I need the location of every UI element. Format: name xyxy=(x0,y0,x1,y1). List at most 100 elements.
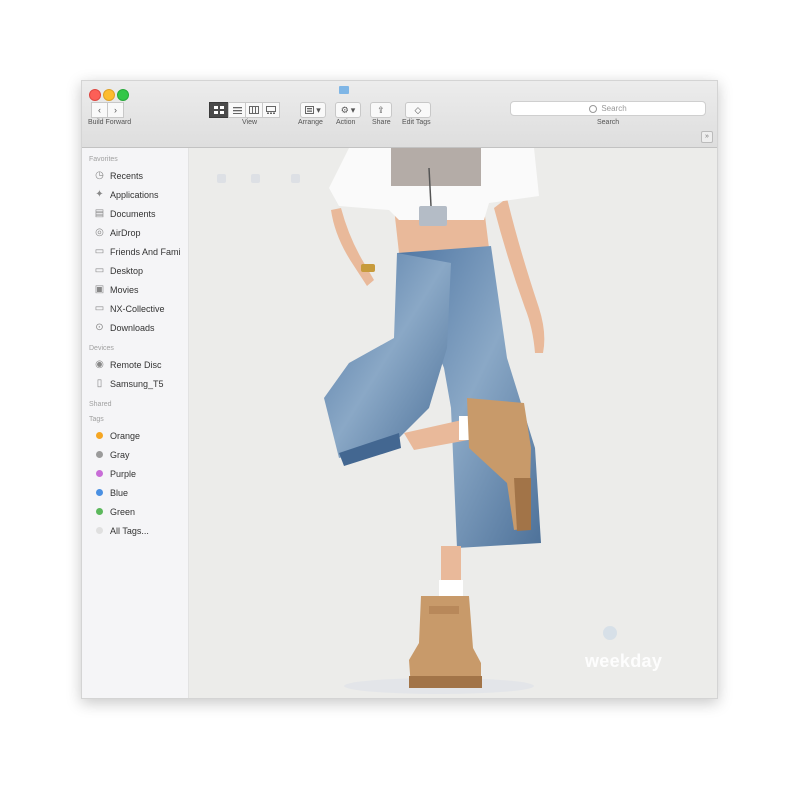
sidebar-toggle-button[interactable]: » xyxy=(701,131,713,143)
fashion-photo xyxy=(324,148,545,694)
folder-icon xyxy=(339,86,349,94)
tags-heading: Tags xyxy=(89,416,104,423)
back-button[interactable]: ‹ xyxy=(91,102,108,118)
sidebar-item-label: Orange xyxy=(110,430,141,441)
list-view-button[interactable] xyxy=(228,102,246,118)
finder-window: ‹ › Build Forward View ▾ Arrange ⚙ ▾ Act… xyxy=(81,80,718,699)
minimize-button[interactable] xyxy=(103,89,115,101)
sidebar-item-label: Applications xyxy=(110,189,159,200)
arrange-icon xyxy=(305,106,315,114)
sidebar-item-label: NX-Collective xyxy=(110,303,165,314)
chevron-left-icon: ‹ xyxy=(98,105,101,115)
sidebar-item-airdrop[interactable]: ◎ AirDrop xyxy=(82,223,188,242)
drive-icon: ▯ xyxy=(96,378,103,389)
sidebar-item-documents[interactable]: ▤ Documents xyxy=(82,204,188,223)
sidebar-item-label: Movies xyxy=(110,284,139,295)
close-button[interactable] xyxy=(89,89,101,101)
sidebar-item-remote-disc[interactable]: ◉ Remote Disc xyxy=(82,355,188,374)
airdrop-icon: ◎ xyxy=(95,227,104,238)
sidebar-item-tag-blue[interactable]: Blue xyxy=(82,483,188,502)
search-input[interactable]: Search xyxy=(510,101,706,116)
disc-icon: ◉ xyxy=(95,359,104,370)
tag-dot-icon xyxy=(96,527,103,534)
tag-dot-icon xyxy=(96,432,103,439)
list-icon xyxy=(232,106,242,114)
sidebar-item-applications[interactable]: ✦ Applications xyxy=(82,185,188,204)
sidebar-item-tag-orange[interactable]: Orange xyxy=(82,426,188,445)
sidebar-item-label: AirDrop xyxy=(110,227,141,238)
edit-tags-label: Edit Tags xyxy=(402,119,431,126)
path-label: Build Forward xyxy=(88,119,132,126)
sidebar-item-label: Recents xyxy=(110,170,144,181)
tag-dot-icon xyxy=(96,508,103,515)
sidebar-item-label: Documents xyxy=(110,208,156,219)
folder-icon: ▭ xyxy=(94,303,105,314)
chevron-down-icon: ▾ xyxy=(350,104,356,115)
sidebar-item-tag-purple[interactable]: Purple xyxy=(82,464,188,483)
sidebar-item-nx-collective[interactable]: ▭ NX-Collective xyxy=(82,299,188,318)
search-placeholder: Search xyxy=(601,104,627,113)
search-icon xyxy=(589,104,598,113)
gallery-icon xyxy=(266,106,276,114)
edit-tags-button[interactable]: ◇ xyxy=(405,102,431,118)
sidebar-item-tag-green[interactable]: Green xyxy=(82,502,188,521)
sidebar-item-label: Green xyxy=(110,506,136,517)
view-segment xyxy=(209,102,280,118)
lanyard-badge xyxy=(419,206,447,226)
gear-icon: ⚙ xyxy=(340,104,349,115)
shared-heading: Shared xyxy=(89,401,112,408)
sidebar: Favorites ◷ Recents ✦ Applications ▤ Docume… xyxy=(82,148,189,698)
applications-icon: ✦ xyxy=(95,189,104,200)
share-button[interactable]: ⇪ xyxy=(370,102,392,118)
sidebar-item-all-tags[interactable]: All Tags... xyxy=(82,521,188,540)
boot-collar xyxy=(429,606,459,614)
grid-icon xyxy=(214,106,224,114)
tag-icon: ◇ xyxy=(414,104,422,115)
shirt-print xyxy=(391,148,481,186)
standing-sock xyxy=(439,580,463,596)
sidebar-item-samsung-t5[interactable]: ▯ Samsung_T5 xyxy=(82,374,188,393)
action-button[interactable]: ⚙ ▾ xyxy=(335,102,361,118)
gallery-view-button[interactable] xyxy=(262,102,280,118)
downloads-icon: ⊙ xyxy=(95,322,104,333)
arrange-button[interactable]: ▾ xyxy=(300,102,326,118)
share-icon: ⇪ xyxy=(377,104,385,115)
view-label: View xyxy=(242,119,258,126)
toolbar: ‹ › Build Forward View ▾ Arrange ⚙ ▾ Act… xyxy=(82,81,717,148)
left-arm xyxy=(331,208,374,286)
arrange-label: Arrange xyxy=(298,119,323,126)
chevron-down-icon: ▾ xyxy=(316,104,321,115)
favorites-heading: Favorites xyxy=(89,156,118,163)
desktop-icon: ▭ xyxy=(94,265,105,276)
watermark-text: weekday xyxy=(585,651,663,671)
icon-view-button[interactable] xyxy=(209,102,229,118)
column-view-button[interactable] xyxy=(245,102,263,118)
sidebar-item-desktop[interactable]: ▭ Desktop xyxy=(82,261,188,280)
sidebar-item-recents[interactable]: ◷ Recents xyxy=(82,166,188,185)
clock-icon: ◷ xyxy=(95,170,104,181)
devices-heading: Devices xyxy=(89,345,114,352)
sidebar-item-label: Blue xyxy=(110,487,129,498)
folder-icon: ▭ xyxy=(94,246,105,257)
sidebar-item-movies[interactable]: ▣ Movies xyxy=(82,280,188,299)
sidebar-item-downloads[interactable]: ⊙ Downloads xyxy=(82,318,188,337)
zoom-button[interactable] xyxy=(117,89,129,101)
sidebar-item-label: Desktop xyxy=(110,265,144,276)
sidebar-item-label: Samsung_T5 xyxy=(110,378,164,389)
tags-list: Orange Gray Purple Blue Green All Tags..… xyxy=(82,426,188,540)
documents-icon: ▤ xyxy=(94,208,105,219)
favorites-list: ◷ Recents ✦ Applications ▤ Documents ◎ AirDr… xyxy=(82,166,188,337)
wristwatch xyxy=(361,264,375,272)
share-label: Share xyxy=(372,119,391,126)
sidebar-item-label: Remote Disc xyxy=(110,359,162,370)
nav-buttons: ‹ › xyxy=(91,102,124,118)
chevron-right-icon: › xyxy=(114,105,117,115)
sidebar-item-tag-gray[interactable]: Gray xyxy=(82,445,188,464)
forward-button[interactable]: › xyxy=(107,102,124,118)
sidebar-item-label: Friends And Fami xyxy=(110,246,181,257)
tag-dot-icon xyxy=(96,451,103,458)
tag-dot-icon xyxy=(96,489,103,496)
action-label: Action xyxy=(336,119,356,126)
search-label: Search xyxy=(597,119,620,126)
sidebar-item-friends[interactable]: ▭ Friends And Fami xyxy=(82,242,188,261)
